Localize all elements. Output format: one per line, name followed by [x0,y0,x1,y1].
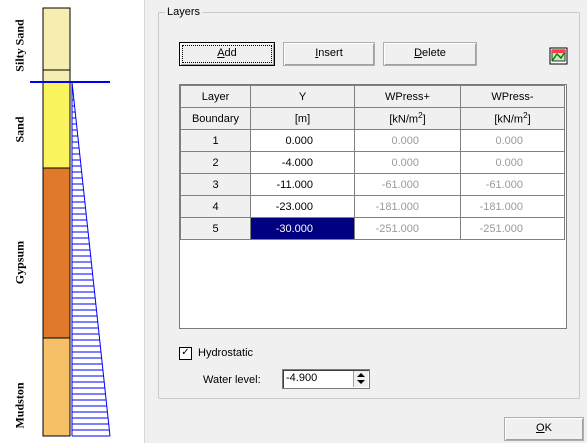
table-row[interactable]: 5 -30.000 -251.000 -251.000 [180,217,565,240]
ok-button-accel: O [536,422,545,434]
table-row[interactable]: 4 -23.000 -181.000 -181.000 [180,195,565,218]
row-number[interactable]: 2 [180,151,251,174]
table-row[interactable]: 1 0.000 0.000 0.000 [180,129,565,152]
wpress-plus-cell: 0.000 [354,151,461,174]
delete-button-label: elete [422,47,446,59]
col-header-wpress-plus[interactable]: WPress+ [354,85,461,108]
col-subheader-boundary: Boundary [180,107,251,130]
water-pressure-diagram [71,81,111,437]
delete-button-accel: D [414,47,423,59]
label-gypsum: Gypsum [12,240,27,285]
layer-sand[interactable] [42,81,71,169]
layers-table[interactable]: Layer Y WPress+ WPress- Boundary [m] [kN… [179,84,567,329]
delete-button[interactable]: Delete [383,42,477,66]
layer-gypsum[interactable] [42,167,71,339]
add-button-label: dd [224,47,237,59]
y-cell-selected[interactable]: -30.000 [250,217,355,240]
hydrostatic-label: Hydrostatic [198,347,254,359]
hydrostatic-checkbox-row[interactable]: ✓ Hydrostatic [179,345,253,361]
hydrostatic-checkbox[interactable]: ✓ [179,346,192,360]
col-header-layer[interactable]: Layer [180,85,251,108]
row-number[interactable]: 3 [180,173,251,196]
label-silty-sand: Silty Sand [12,19,27,72]
soil-profile-panel: Silty Sand Sand Gypsum Mudston [0,0,144,443]
export-image-icon[interactable] [549,46,569,66]
add-button-accel: A [217,47,225,59]
layers-dialog: Layers Add Insert Delete Layer Y WPress+… [144,0,587,443]
label-mudston: Mudston [12,382,27,429]
col-header-y[interactable]: Y [250,85,355,108]
row-number[interactable]: 4 [180,195,251,218]
layers-grid-table: Layer Y WPress+ WPress- Boundary [m] [kN… [180,85,565,240]
ok-button[interactable]: OK [504,417,584,441]
water-level-label: Water level: [203,374,261,386]
water-level-spinner[interactable] [353,371,368,387]
wpress-minus-cell: 0.000 [460,129,565,152]
wpress-plus-cell: -251.000 [354,217,461,240]
layer-silty-sand-lower[interactable] [42,69,71,83]
col-subheader-y-unit: [m] [250,107,355,130]
y-cell[interactable]: -4.000 [250,151,355,174]
wpress-minus-cell: -181.000 [460,195,565,218]
row-number[interactable]: 5 [180,217,251,240]
insert-button-label: nsert [318,47,343,59]
spin-up-icon[interactable] [357,373,365,377]
insert-button[interactable]: Insert [283,42,375,66]
wpress-minus-cell: -61.000 [460,173,565,196]
spin-down-icon[interactable] [357,380,365,384]
y-cell[interactable]: 0.000 [250,129,355,152]
y-cell[interactable]: -23.000 [250,195,355,218]
col-subheader-wpress-minus-unit: [kN/m2] [460,107,565,130]
wpress-plus-cell: -181.000 [354,195,461,218]
layer-silty-sand[interactable] [42,7,71,71]
wpress-minus-cell: -251.000 [460,217,565,240]
y-cell[interactable]: -11.000 [250,173,355,196]
wpress-plus-cell: -61.000 [354,173,461,196]
table-row[interactable]: 3 -11.000 -61.000 -61.000 [180,173,565,196]
water-level-value: -4.900 [286,372,318,384]
layers-group-title: Layers [165,6,203,18]
row-number[interactable]: 1 [180,129,251,152]
ok-button-label: K [544,422,552,434]
table-row[interactable]: 2 -4.000 0.000 0.000 [180,151,565,174]
add-button[interactable]: Add [179,42,275,66]
label-sand: Sand [12,116,27,143]
wpress-plus-cell: 0.000 [354,129,461,152]
col-header-wpress-minus[interactable]: WPress- [460,85,565,108]
col-subheader-wpress-plus-unit: [kN/m2] [354,107,461,130]
layer-mudston[interactable] [42,337,71,437]
water-level-input[interactable]: -4.900 [282,369,370,389]
wpress-minus-cell: 0.000 [460,151,565,174]
